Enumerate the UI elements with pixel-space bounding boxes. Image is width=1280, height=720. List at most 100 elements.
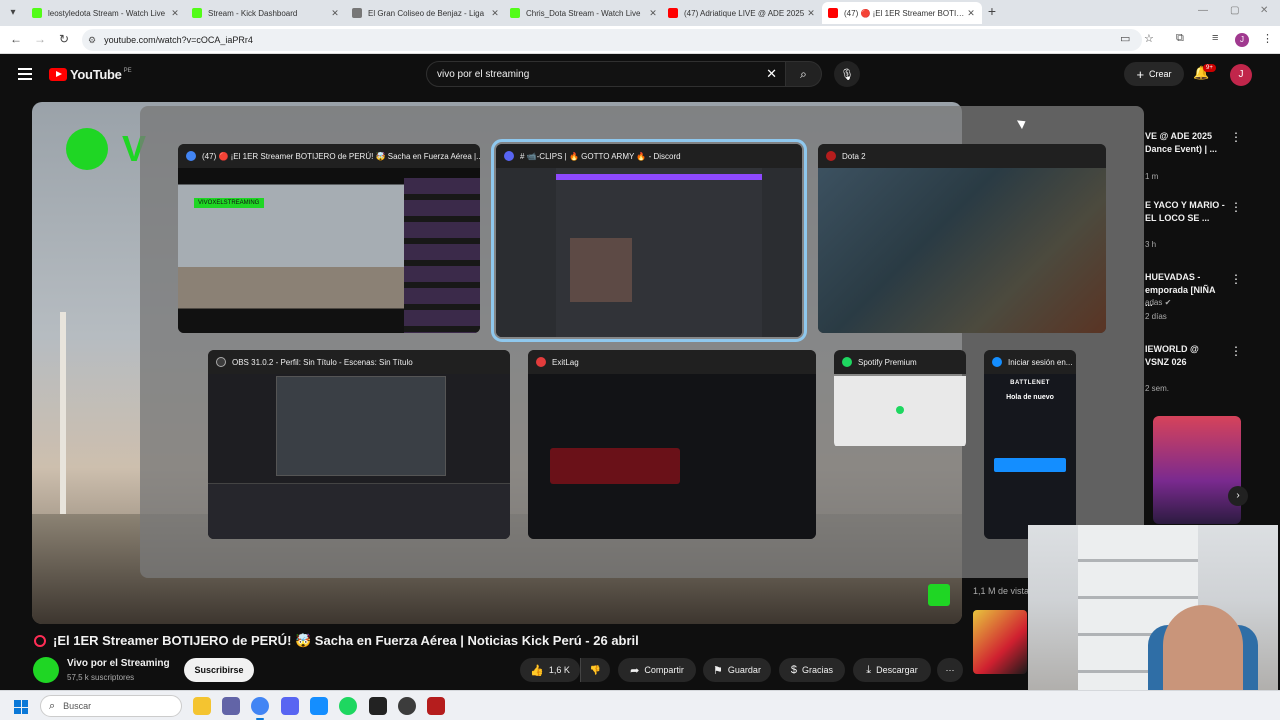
maximize-icon[interactable]: ▢ xyxy=(1230,5,1239,16)
discord-icon[interactable] xyxy=(281,697,299,715)
dislike-button[interactable]: 👎 xyxy=(580,658,610,682)
like-count: 1,6 K xyxy=(548,665,570,675)
browser-profile-avatar[interactable]: J xyxy=(1235,33,1249,47)
save-button[interactable]: ⚑ Guardar xyxy=(703,658,771,682)
more-actions-icon[interactable]: ⋮ xyxy=(1230,344,1242,358)
switcher-window-chrome[interactable]: (47) 🔴 ¡El 1ER Streamer BOTIJERO de PERÚ… xyxy=(178,144,480,333)
tab-4[interactable]: Chris_Dota Stream - Watch Live ✕ xyxy=(504,2,664,24)
kick-icon xyxy=(32,8,42,18)
youtube-icon xyxy=(668,8,678,18)
account-avatar[interactable]: J xyxy=(1230,64,1252,86)
extensions-icon[interactable]: ⧉ xyxy=(1176,32,1184,45)
file-explorer-icon[interactable] xyxy=(193,697,211,715)
tab-search-icon[interactable]: ▾ xyxy=(4,4,22,22)
recommendation-title[interactable]: E YACO Y MARIO - EL LOCO SE ... xyxy=(1145,199,1225,225)
tab-5[interactable]: (47) Adriatique LIVE @ ADE 2025 ✕ xyxy=(662,2,822,24)
switcher-window-battlenet[interactable]: Iniciar sesión en... BATTLENET Hola de n… xyxy=(984,350,1076,539)
close-icon[interactable]: ✕ xyxy=(170,8,180,19)
thanks-button[interactable]: $ Gracias xyxy=(779,658,845,682)
window-title: ExitLag xyxy=(552,357,579,367)
teams-icon[interactable] xyxy=(222,697,240,715)
recommendation-meta: adas ✔ xyxy=(1145,298,1172,307)
create-button[interactable]: + Crear xyxy=(1124,62,1184,86)
tab-title: (47) 🔴 ¡El 1ER Streamer BOTIJERO xyxy=(844,8,966,18)
tab-title: Chris_Dota Stream - Watch Live xyxy=(526,8,641,18)
minimize-icon[interactable]: — xyxy=(1198,5,1208,16)
window-title: Spotify Premium xyxy=(858,357,917,367)
search-icon: ⌕ xyxy=(49,699,56,712)
clear-search-icon[interactable]: ✕ xyxy=(766,66,777,82)
tab-1[interactable]: leostyledota Stream - Watch Live ✕ xyxy=(26,2,186,24)
battlenet-logo-text: BATTLENET xyxy=(1010,380,1050,386)
obs-icon[interactable] xyxy=(398,697,416,715)
download-icon: ⤓ xyxy=(866,663,872,676)
more-actions-icon[interactable]: ⋮ xyxy=(1230,200,1242,214)
more-actions-icon[interactable]: ⋮ xyxy=(1230,130,1242,144)
back-icon[interactable]: ← xyxy=(8,32,24,46)
download-button[interactable]: ⤓ Descargar xyxy=(853,658,931,682)
channel-name[interactable]: Vivo por el Streaming xyxy=(67,658,170,669)
close-icon[interactable]: ✕ xyxy=(648,8,658,19)
bracket-icon xyxy=(352,8,362,18)
recommendation-views: 1,1 M de vista xyxy=(973,586,1030,596)
channel-avatar[interactable] xyxy=(33,657,59,683)
subscribe-button[interactable]: Suscribirse xyxy=(184,658,254,682)
windows-start-icon[interactable] xyxy=(14,700,28,714)
switcher-window-discord[interactable]: # 📹-CLIPS | 🔥 GOTTO ARMY 🔥 - Discord xyxy=(491,139,807,342)
close-icon[interactable]: ✕ xyxy=(806,8,816,19)
close-window-icon[interactable]: ✕ xyxy=(1260,5,1268,16)
media-icon[interactable]: ≡ xyxy=(1212,32,1218,44)
share-button[interactable]: ➦ Compartir xyxy=(618,658,696,682)
task-switcher: (47) 🔴 ¡El 1ER Streamer BOTIJERO de PERÚ… xyxy=(140,106,1144,578)
url-text[interactable]: youtube.com/watch?v=cOCA_iaPRr4 xyxy=(104,35,253,45)
more-icon[interactable]: ⋮ xyxy=(1262,32,1273,45)
switcher-window-dota[interactable]: Dota 2 xyxy=(818,144,1106,333)
reload-icon[interactable]: ↻ xyxy=(56,32,72,46)
mic-icon: 🎙 xyxy=(840,68,854,81)
switcher-window-spotify[interactable]: Spotify Premium xyxy=(834,350,966,448)
recommendation-title[interactable]: VE @ ADE 2025 Dance Event) | ... xyxy=(1145,130,1225,156)
recommendation-thumbnail[interactable] xyxy=(973,610,1027,674)
chrome-icon[interactable] xyxy=(251,697,269,720)
more-actions-button[interactable]: ⋯ xyxy=(937,658,963,682)
tab-6-active[interactable]: (47) 🔴 ¡El 1ER Streamer BOTIJERO ✕ xyxy=(822,2,982,24)
window-preview xyxy=(496,168,802,337)
tab-title: (47) Adriatique LIVE @ ADE 2025 xyxy=(684,8,805,18)
more-actions-icon[interactable]: ⋮ xyxy=(1230,272,1242,286)
tab-2[interactable]: Stream - Kick Dashboard ✕ xyxy=(186,2,346,24)
window-preview xyxy=(528,374,816,539)
country-code: PE xyxy=(123,67,132,74)
close-icon[interactable]: ✕ xyxy=(330,8,340,19)
chevron-right-icon[interactable]: › xyxy=(1228,486,1248,506)
search-query[interactable]: vivo por el streaming xyxy=(437,69,529,80)
forward-icon[interactable]: → xyxy=(32,32,48,46)
switcher-window-exitlag[interactable]: ExitLag xyxy=(528,350,816,539)
recommendation-title[interactable]: IEWORLD @ VSNZ 026 xyxy=(1145,343,1225,369)
voice-search-button[interactable]: 🎙 xyxy=(834,61,860,87)
site-info-icon[interactable]: ⚙ xyxy=(88,35,96,46)
exitlag-icon[interactable] xyxy=(369,697,387,715)
new-tab-button[interactable]: + xyxy=(984,3,1000,19)
search-input[interactable]: vivo por el streaming ✕ xyxy=(426,61,786,87)
spotify-icon[interactable] xyxy=(339,697,357,715)
url-field[interactable]: ⚙ youtube.com/watch?v=cOCA_iaPRr4 xyxy=(82,29,1142,51)
cast-icon[interactable]: ▭ xyxy=(1120,32,1130,45)
bookmark-star-icon[interactable]: ☆ xyxy=(1144,32,1154,45)
close-icon[interactable]: ✕ xyxy=(966,8,976,19)
create-label: Crear xyxy=(1149,69,1172,79)
short-thumbnail[interactable] xyxy=(1153,416,1241,524)
search-button[interactable]: ⌕ xyxy=(786,61,822,87)
youtube-logo[interactable]: YouTube PE xyxy=(49,67,132,82)
dota2-icon[interactable] xyxy=(427,697,445,715)
like-button[interactable]: 👍 1,6 K xyxy=(520,658,580,682)
youtube-icon xyxy=(828,8,838,18)
switcher-window-obs[interactable]: OBS 31.0.2 - Perfil: Sin Título - Escena… xyxy=(208,350,510,539)
dota-icon xyxy=(826,151,836,161)
menu-icon[interactable] xyxy=(18,68,32,80)
taskbar-search-input[interactable]: ⌕ Buscar xyxy=(40,695,182,717)
tab-3[interactable]: El Gran Coliseo de Benjaz - Liga ✕ xyxy=(346,2,506,24)
tab-title: El Gran Coliseo de Benjaz - Liga xyxy=(368,8,485,18)
close-icon[interactable]: ✕ xyxy=(490,8,500,19)
battlenet-heading: Hola de nuevo xyxy=(1006,394,1054,401)
battlenet-icon[interactable] xyxy=(310,697,328,715)
